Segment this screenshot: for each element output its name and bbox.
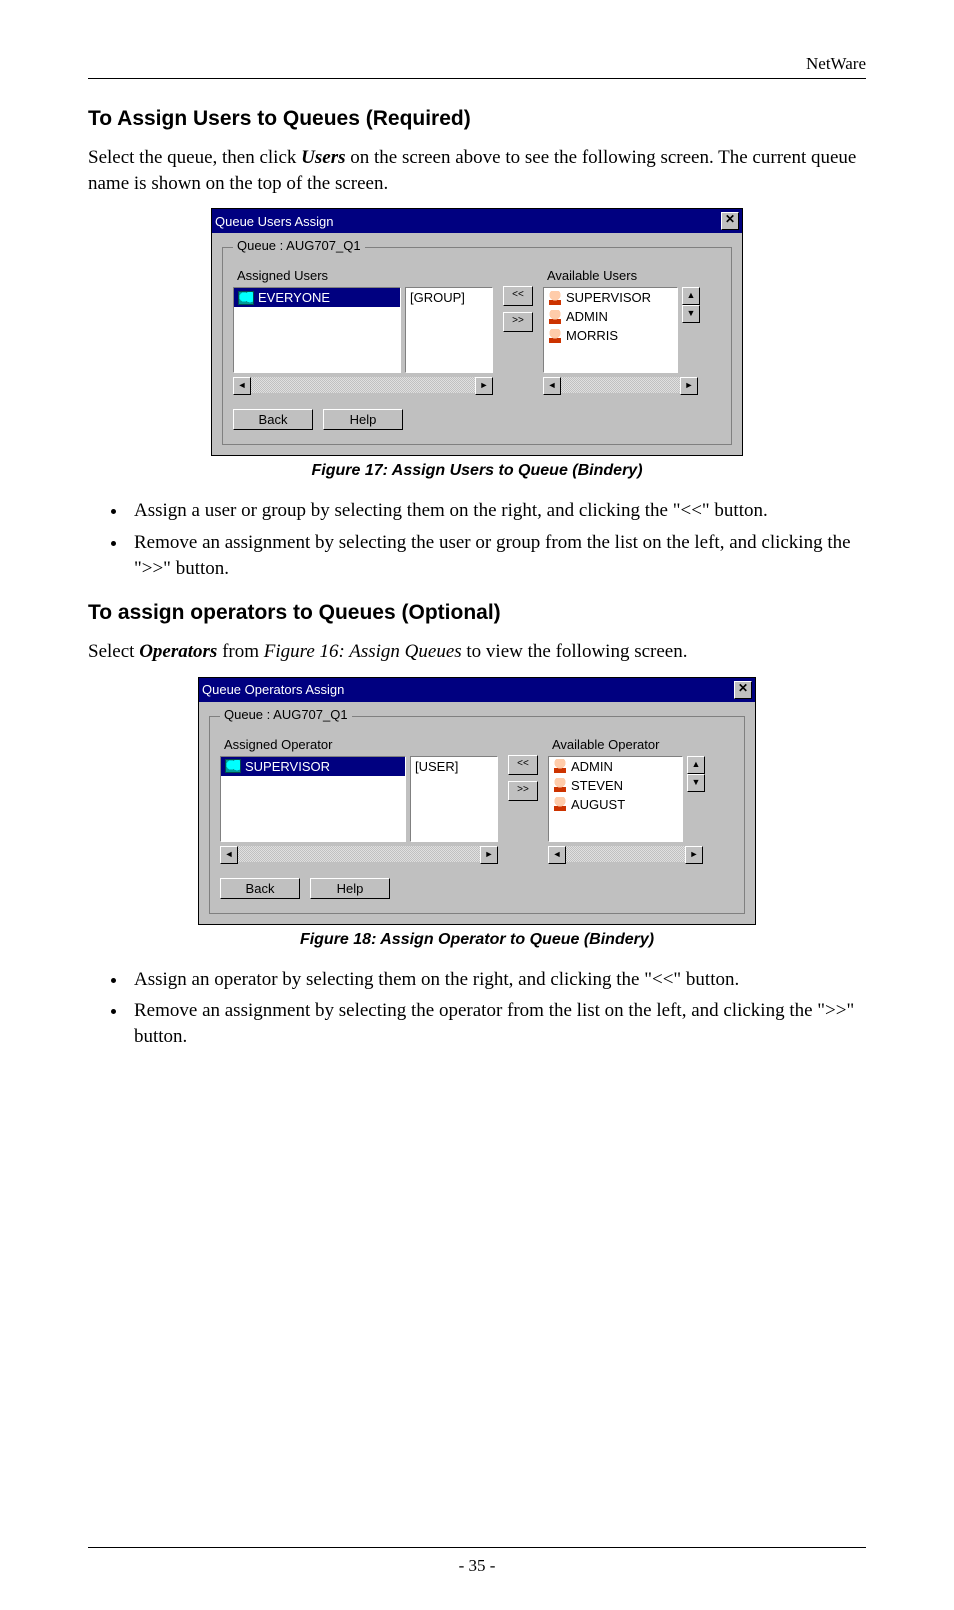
list-item[interactable]: SUPERVISOR (221, 757, 405, 776)
intro-em: Operators (139, 641, 217, 662)
bullet-item: Remove an assignment by selecting the op… (128, 998, 866, 1049)
item-type: [USER] (411, 757, 497, 776)
footer-rule (88, 1547, 866, 1548)
section-intro: Select Operators from Figure 16: Assign … (88, 639, 866, 665)
figure-caption: Figure 17: Assign Users to Queue (Binder… (88, 462, 866, 480)
header-rule (88, 78, 866, 79)
item-name: ADMIN (566, 309, 608, 324)
available-header: Available Operator (548, 735, 703, 756)
scroll-down-icon[interactable]: ▼ (682, 305, 700, 323)
assigned-listbox[interactable]: SUPERVISOR (220, 756, 406, 842)
list-item[interactable]: MORRIS (544, 326, 677, 345)
scroll-up-icon[interactable]: ▲ (682, 287, 700, 305)
scroll-left-icon[interactable]: ◄ (220, 846, 238, 864)
move-right-button[interactable]: >> (508, 781, 538, 801)
page-number: - 35 - (88, 1556, 866, 1576)
v-scrollbar[interactable]: ▲ ▼ (687, 756, 703, 792)
item-name: SUPERVISOR (245, 759, 330, 774)
scroll-left-icon[interactable]: ◄ (548, 846, 566, 864)
move-left-button[interactable]: << (508, 755, 538, 775)
scroll-up-icon[interactable]: ▲ (687, 756, 705, 774)
item-name: SUPERVISOR (566, 290, 651, 305)
assigned-listbox[interactable]: EVERYONE (233, 287, 401, 373)
fieldset-legend: Queue : AUG707_Q1 (233, 238, 365, 253)
h-scrollbar[interactable]: ◄ ► (233, 377, 493, 393)
back-button[interactable]: Back (220, 878, 300, 899)
bullet-item: Remove an assignment by selecting the us… (128, 530, 866, 581)
assigned-header: Assigned Operator (220, 735, 498, 756)
type-column: [GROUP] (405, 287, 493, 373)
intro-em: Users (301, 147, 345, 168)
scroll-left-icon[interactable]: ◄ (543, 377, 561, 395)
item-name: MORRIS (566, 328, 618, 343)
back-button[interactable]: Back (233, 409, 313, 430)
scroll-right-icon[interactable]: ► (475, 377, 493, 395)
intro-text: Select (88, 641, 139, 662)
item-type: [GROUP] (406, 288, 492, 307)
figure-caption: Figure 18: Assign Operator to Queue (Bin… (88, 931, 866, 949)
intro-text: Select the queue, then click (88, 147, 301, 168)
window-title: Queue Users Assign (215, 214, 334, 229)
user-icon (548, 329, 562, 343)
figure-17: Queue Users Assign ✕ Queue : AUG707_Q1 A… (88, 208, 866, 456)
intro-em: Figure 16: Assign Queues (264, 641, 462, 662)
section-heading: To assign operators to Queues (Optional) (88, 601, 866, 625)
close-icon[interactable]: ✕ (734, 681, 752, 699)
type-column: [USER] (410, 756, 498, 842)
intro-text: from (217, 641, 263, 662)
move-left-button[interactable]: << (503, 286, 533, 306)
window-titlebar[interactable]: Queue Users Assign ✕ (212, 209, 742, 233)
available-listbox[interactable]: SUPERVISOR ADMIN MORRIS (543, 287, 678, 373)
user-icon (553, 759, 567, 773)
h-scrollbar[interactable]: ◄ ► (220, 846, 498, 862)
list-item[interactable]: ADMIN (544, 307, 677, 326)
list-item[interactable]: ADMIN (549, 757, 682, 776)
group-icon (238, 291, 254, 305)
list-item[interactable]: SUPERVISOR (544, 288, 677, 307)
section-heading: To Assign Users to Queues (Required) (88, 107, 866, 131)
item-name: EVERYONE (258, 290, 330, 305)
scroll-left-icon[interactable]: ◄ (233, 377, 251, 395)
help-button[interactable]: Help (323, 409, 403, 430)
user-icon (553, 778, 567, 792)
section-intro: Select the queue, then click Users on th… (88, 145, 866, 196)
list-item[interactable]: STEVEN (549, 776, 682, 795)
item-name: ADMIN (571, 759, 613, 774)
bullet-item: Assign an operator by selecting them on … (128, 967, 866, 993)
page-header-brand: NetWare (88, 54, 866, 74)
user-icon (548, 291, 562, 305)
h-scrollbar[interactable]: ◄ ► (543, 377, 698, 393)
item-name: AUGUST (571, 797, 625, 812)
bullet-item: Assign a user or group by selecting them… (128, 498, 866, 524)
scroll-right-icon[interactable]: ► (680, 377, 698, 395)
fieldset-legend: Queue : AUG707_Q1 (220, 707, 352, 722)
user-icon (553, 797, 567, 811)
move-right-button[interactable]: >> (503, 312, 533, 332)
window-title: Queue Operators Assign (202, 682, 344, 697)
h-scrollbar[interactable]: ◄ ► (548, 846, 703, 862)
figure-18: Queue Operators Assign ✕ Queue : AUG707_… (88, 677, 866, 925)
help-button[interactable]: Help (310, 878, 390, 899)
assigned-header: Assigned Users (233, 266, 493, 287)
user-icon (548, 310, 562, 324)
intro-text: to view the following screen. (462, 641, 688, 662)
bullet-list: Assign a user or group by selecting them… (88, 498, 866, 581)
scroll-right-icon[interactable]: ► (480, 846, 498, 864)
list-item[interactable]: EVERYONE (234, 288, 400, 307)
available-header: Available Users (543, 266, 698, 287)
bullet-list: Assign an operator by selecting them on … (88, 967, 866, 1050)
group-icon (225, 759, 241, 773)
scroll-right-icon[interactable]: ► (685, 846, 703, 864)
scroll-down-icon[interactable]: ▼ (687, 774, 705, 792)
item-name: STEVEN (571, 778, 623, 793)
list-item[interactable]: AUGUST (549, 795, 682, 814)
available-listbox[interactable]: ADMIN STEVEN AUGUST (548, 756, 683, 842)
window-titlebar[interactable]: Queue Operators Assign ✕ (199, 678, 755, 702)
close-icon[interactable]: ✕ (721, 212, 739, 230)
v-scrollbar[interactable]: ▲ ▼ (682, 287, 698, 323)
